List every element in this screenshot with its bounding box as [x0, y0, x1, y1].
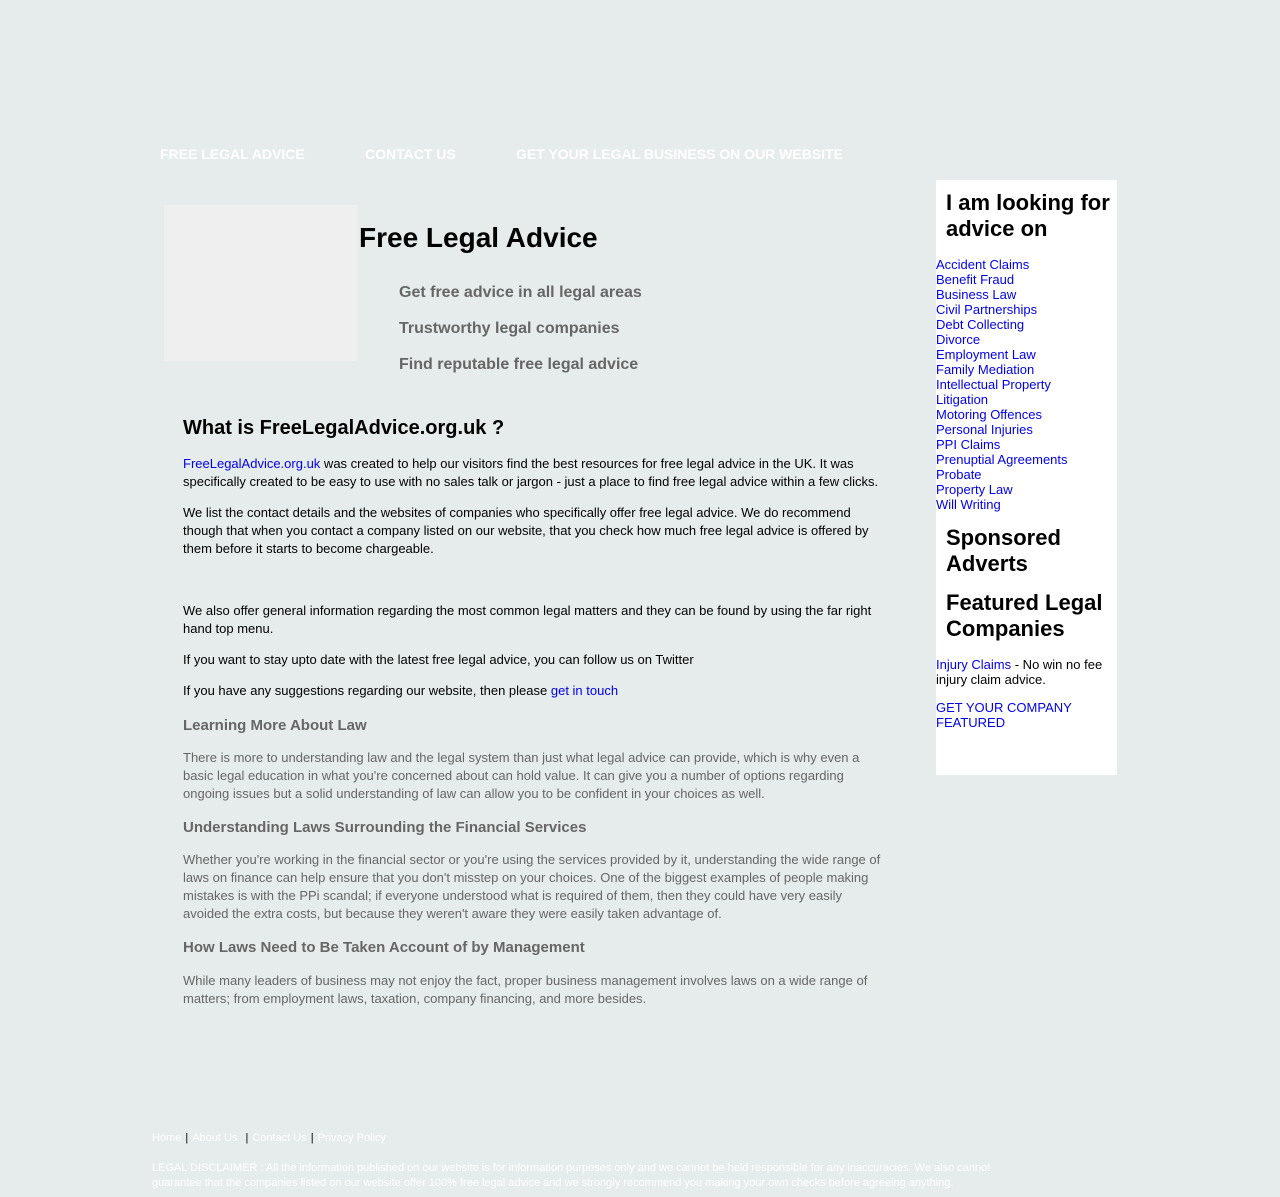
topic-link-accident-claims[interactable]: Accident Claims	[936, 257, 1117, 272]
topic-link-property-law[interactable]: Property Law	[936, 482, 1117, 497]
twitter-paragraph: If you want to stay upto date with the l…	[183, 652, 694, 667]
list-paragraph: We list the contact details and the webs…	[183, 505, 869, 556]
topic-link-divorce[interactable]: Divorce	[936, 332, 1117, 347]
site-link[interactable]: FreeLegalAdvice.org.uk	[183, 456, 320, 471]
financial-paragraph: Whether you're working in the financial …	[183, 852, 881, 921]
what-is-heading: What is FreeLegalAdvice.org.uk ?	[183, 417, 505, 439]
management-paragraph: While many leaders of business may not e…	[183, 973, 868, 1006]
topic-link-civil-partnerships[interactable]: Civil Partnerships	[936, 302, 1117, 317]
topic-link-prenuptial-agreements[interactable]: Prenuptial Agreements	[936, 452, 1117, 467]
get-featured-link[interactable]: GET YOUR COMPANY FEATURED	[936, 700, 1072, 730]
topic-link-intellectual-property[interactable]: Intellectual Property	[936, 377, 1117, 392]
learning-paragraph: There is more to understanding law and t…	[183, 750, 860, 801]
main-content: What is FreeLegalAdvice.org.uk ? FreeLeg…	[183, 417, 883, 1008]
footer-privacy-link[interactable]: Privacy Policy	[318, 1132, 386, 1144]
logo-image	[164, 205, 357, 361]
legal-disclaimer: LEGAL DISCLAIMER : All the information p…	[152, 1162, 991, 1189]
topic-link-employment-law[interactable]: Employment Law	[936, 347, 1117, 362]
nav-free-legal-advice[interactable]: FREE LEGAL ADVICE	[160, 146, 305, 162]
footer-contact-link[interactable]: Contact Us	[252, 1132, 306, 1144]
topic-link-litigation[interactable]: Litigation	[936, 392, 1117, 407]
get-featured-block: GET YOUR COMPANY FEATURED	[936, 700, 1117, 730]
hero-tagline-3: Find reputable free legal advice	[399, 356, 639, 373]
topic-link-motoring-offences[interactable]: Motoring Offences	[936, 407, 1117, 422]
topic-link-debt-collecting[interactable]: Debt Collecting	[936, 317, 1117, 332]
get-in-touch-link[interactable]: get in touch	[551, 683, 618, 698]
sidebar: I am looking for advice on Accident Clai…	[936, 180, 1117, 775]
nav-get-business[interactable]: GET YOUR LEGAL BUSINESS ON OUR WEBSITE	[516, 146, 843, 162]
sponsored-heading: Sponsored Adverts	[946, 525, 1061, 576]
learning-heading: Learning More About Law	[183, 717, 367, 734]
topic-link-will-writing[interactable]: Will Writing	[936, 497, 1117, 512]
topic-link-probate[interactable]: Probate	[936, 467, 1117, 482]
topic-link-personal-injuries[interactable]: Personal Injuries	[936, 422, 1117, 437]
injury-claims-link[interactable]: Injury Claims	[936, 657, 1011, 672]
featured-injury-claims: Injury Claims - No win no fee injury cla…	[936, 657, 1103, 687]
hero-tagline-2: Trustworthy legal companies	[399, 320, 620, 337]
footer-about-link[interactable]: About Us	[192, 1132, 237, 1144]
suggestion-paragraph: If you have any suggestions regarding ou…	[183, 683, 619, 698]
footer-links: Home | About Us | Contact Us | Privacy Policy	[152, 1132, 386, 1144]
hero-tagline-1: Get free advice in all legal areas	[399, 284, 642, 301]
footer-separator: |	[310, 1132, 314, 1144]
footer-home-link[interactable]: Home	[152, 1132, 181, 1144]
topic-list: Accident Claims Benefit Fraud Business L…	[936, 257, 1117, 512]
intro-paragraph: FreeLegalAdvice.org.uk was created to he…	[183, 456, 879, 489]
topic-link-benefit-fraud[interactable]: Benefit Fraud	[936, 272, 1117, 287]
info-paragraph: We also offer general information regard…	[183, 603, 872, 636]
topic-link-business-law[interactable]: Business Law	[936, 287, 1117, 302]
topic-link-family-mediation[interactable]: Family Mediation	[936, 362, 1117, 377]
page-title: Free Legal Advice	[359, 222, 598, 253]
footer-separator: |	[245, 1132, 249, 1144]
topic-link-ppi-claims[interactable]: PPI Claims	[936, 437, 1117, 452]
nav-contact-us[interactable]: CONTACT US	[365, 146, 456, 162]
management-heading: How Laws Need to Be Taken Account of by …	[183, 939, 585, 956]
financial-heading: Understanding Laws Surrounding the Finan…	[183, 819, 587, 836]
featured-heading: Featured Legal Companies	[946, 590, 1103, 641]
looking-for-heading: I am looking for advice on	[946, 190, 1110, 241]
footer-separator: |	[185, 1132, 189, 1144]
